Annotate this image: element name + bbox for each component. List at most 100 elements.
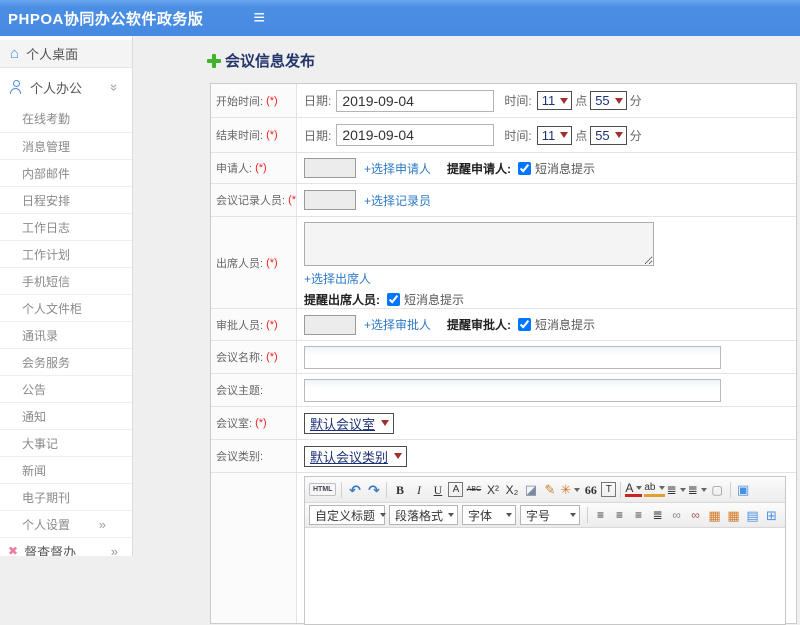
sidebar-item-label: 个人办公 <box>30 80 83 96</box>
bold-icon[interactable]: B <box>391 481 408 499</box>
main-content: 会议信息发布 开始时间:(*) 日期: 时间: 11 点 55 分 结束时间:(… <box>133 36 800 625</box>
dropdown-arrow-icon <box>380 513 387 517</box>
heading-style-select[interactable]: 自定义标题 <box>309 505 387 525</box>
format-wand-icon[interactable]: ✳ <box>560 481 580 499</box>
eraser-icon[interactable]: ◪ <box>522 481 539 499</box>
page-layout-icon[interactable]: ▤ <box>744 506 761 524</box>
form-row-meeting-name: 会议名称: (*) <box>211 341 796 374</box>
applicant-input[interactable] <box>304 158 356 178</box>
start-date-input[interactable] <box>336 89 495 112</box>
attendees-sms-checkbox[interactable] <box>387 293 400 306</box>
choose-recorder-link[interactable]: +选择记录员 <box>364 192 431 209</box>
form-row-end-time: 结束时间:(*) 日期: 时间: 11 点 55 分 <box>211 118 796 153</box>
editor-content-area[interactable] <box>305 528 785 624</box>
insert-image-icon[interactable]: ▦ <box>725 506 742 524</box>
dropdown-arrow-icon <box>394 453 403 459</box>
minute-suffix: 分 <box>629 94 642 108</box>
meeting-category-select[interactable]: 默认会议类别 <box>304 445 408 467</box>
redo-icon[interactable]: ↷ <box>365 481 382 499</box>
sidebar-item-meeting-service[interactable]: 会务服务 <box>0 348 132 375</box>
align-justify-icon[interactable]: ≣ <box>649 506 666 524</box>
required-mark: (*) <box>266 318 278 331</box>
sidebar-item-attendance[interactable]: 在线考勤 <box>0 105 132 132</box>
menu-icon[interactable]: ≡ <box>253 8 265 28</box>
sms-label: 短消息提示 <box>404 293 465 307</box>
form-row-applicant: 申请人: (*) +选择申请人 提醒申请人: 短消息提示 <box>211 153 796 184</box>
sidebar-item-news[interactable]: 新闻 <box>0 456 132 483</box>
start-hour-select[interactable]: 11 <box>536 91 573 110</box>
link-icon[interactable]: ∞ <box>668 506 685 524</box>
sidebar-item-personal-settings[interactable]: 个人设置 » <box>0 510 132 537</box>
sidebar-item-work-log[interactable]: 工作日志 <box>0 213 132 240</box>
approver-input[interactable] <box>304 314 356 335</box>
align-center-icon[interactable]: ≡ <box>611 506 628 524</box>
paragraph-format-select[interactable]: 段落格式 <box>389 505 459 525</box>
unordered-list-icon[interactable]: ≣ <box>688 481 707 499</box>
sidebar-item-desktop[interactable]: ⌂ 个人桌面 <box>0 40 132 68</box>
superscript-icon[interactable]: X² <box>484 481 501 499</box>
font-frame-icon[interactable]: A <box>448 482 464 497</box>
dropdown-arrow-icon <box>505 513 512 517</box>
unlink-icon[interactable]: ∞ <box>687 506 704 524</box>
sidebar-item-file-cabinet[interactable]: 个人文件柜 <box>0 294 132 321</box>
time-label: 时间: <box>504 94 532 108</box>
sidebar-item-events[interactable]: 大事记 <box>0 429 132 456</box>
underline-icon[interactable]: U <box>429 481 446 499</box>
sidebar-item-messages[interactable]: 消息管理 <box>0 132 132 159</box>
new-page-icon[interactable]: ▢ <box>709 481 726 499</box>
sms-label: 短消息提示 <box>535 318 596 332</box>
choose-applicant-link[interactable]: +选择申请人 <box>364 160 431 177</box>
table-icon[interactable]: ⊞ <box>763 506 780 524</box>
image-icon[interactable]: ▦ <box>706 506 723 524</box>
end-hour-select[interactable]: 11 <box>536 125 573 145</box>
html-source-button[interactable]: HTML <box>309 483 337 496</box>
minute-suffix: 分 <box>629 128 642 143</box>
sidebar-item-sms[interactable]: 手机短信 <box>0 267 132 294</box>
ordered-list-icon[interactable]: ≣ <box>667 481 686 499</box>
form-row-meeting-category: 会议类别: 默认会议类别 <box>211 440 796 473</box>
end-minute-select[interactable]: 55 <box>590 125 627 145</box>
brush-icon[interactable]: ✎ <box>541 481 558 499</box>
sidebar-item-label: 督查督办 <box>24 544 77 557</box>
required-mark: (*) <box>255 162 267 174</box>
meeting-subject-input[interactable] <box>304 378 721 402</box>
sidebar-item-supervision[interactable]: ✖ 督查督办 » <box>0 537 132 556</box>
shuffle-icon: ✖ <box>8 544 19 556</box>
sidebar-item-notices[interactable]: 通知 <box>0 402 132 429</box>
highlight-color-icon[interactable]: ab <box>644 483 665 497</box>
strikethrough-icon[interactable]: ABC <box>465 481 482 499</box>
subscript-icon[interactable]: X₂ <box>503 481 520 499</box>
sidebar-item-announcements[interactable]: 公告 <box>0 375 132 402</box>
fullscreen-icon[interactable]: ▣ <box>735 481 752 499</box>
applicant-sms-checkbox[interactable] <box>518 161 532 175</box>
align-right-icon[interactable]: ≡ <box>630 506 647 524</box>
choose-attendees-link[interactable]: +选择出席人 <box>304 270 371 287</box>
font-color-icon[interactable]: A <box>625 482 643 497</box>
meeting-room-select[interactable]: 默认会议室 <box>304 412 395 434</box>
align-left-icon[interactable]: ≡ <box>592 506 609 524</box>
blockquote-icon[interactable]: 66 <box>582 481 599 499</box>
approver-sms-checkbox[interactable] <box>518 318 532 331</box>
font-size-select[interactable]: 字号 <box>519 505 581 525</box>
undo-icon[interactable]: ↶ <box>346 481 363 499</box>
sms-label: 短消息提示 <box>535 161 596 176</box>
attendees-textarea[interactable] <box>304 222 654 266</box>
form-row-attendees: 出席人员: (*) +选择出席人 提醒出席人员: 短消息提示 <box>211 217 796 309</box>
sidebar-item-work-plan[interactable]: 工作计划 <box>0 240 132 267</box>
start-minute-select[interactable]: 55 <box>590 91 627 110</box>
paste-icon[interactable]: T <box>601 482 617 497</box>
sidebar-submenu: 在线考勤 消息管理 内部邮件 日程安排 工作日志 工作计划 手机短信 个人文件柜… <box>0 105 132 537</box>
recorder-input[interactable] <box>304 190 356 210</box>
sidebar-item-internal-mail[interactable]: 内部邮件 <box>0 159 132 186</box>
meeting-name-input[interactable] <box>304 345 721 369</box>
sidebar-item-e-journal[interactable]: 电子期刊 <box>0 483 132 510</box>
chevron-double-down-icon: » <box>106 83 122 91</box>
dropdown-arrow-icon <box>570 513 577 517</box>
end-date-input[interactable] <box>336 124 495 146</box>
sidebar-item-office[interactable]: 个人办公 » <box>0 74 132 100</box>
font-family-select[interactable]: 字体 <box>462 505 516 525</box>
choose-approver-link[interactable]: +选择审批人 <box>364 316 431 333</box>
italic-icon[interactable]: I <box>410 481 427 499</box>
sidebar-item-contacts[interactable]: 通讯录 <box>0 321 132 348</box>
sidebar-item-schedule[interactable]: 日程安排 <box>0 186 132 213</box>
